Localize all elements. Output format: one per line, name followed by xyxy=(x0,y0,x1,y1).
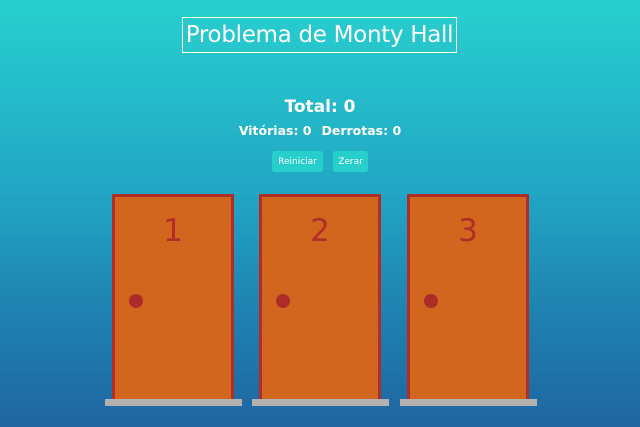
door-number: 2 xyxy=(310,213,330,249)
stats-row: Vitórias: 0 Derrotas: 0 xyxy=(0,123,640,138)
door-knob xyxy=(424,294,438,308)
restart-button[interactable]: Reiniciar xyxy=(272,151,323,172)
door-sill xyxy=(252,399,389,406)
door-2[interactable]: 2 xyxy=(259,194,381,400)
door-sill xyxy=(105,399,242,406)
losses-counter: Derrotas: 0 xyxy=(321,123,402,138)
door-knob xyxy=(276,294,290,308)
total-counter: Total: 0 xyxy=(284,97,356,117)
door-1[interactable]: 1 xyxy=(112,194,234,400)
door-sill xyxy=(400,399,537,406)
door-number: 3 xyxy=(458,213,478,249)
page-title: Problema de Monty Hall xyxy=(182,17,457,53)
door-number: 1 xyxy=(163,213,183,249)
door-knob xyxy=(129,294,143,308)
wins-counter: Vitórias: 0 xyxy=(238,123,312,138)
door-3[interactable]: 3 xyxy=(407,194,529,400)
page-title-text: Problema de Monty Hall xyxy=(185,22,454,48)
reset-button[interactable]: Zerar xyxy=(333,151,368,172)
